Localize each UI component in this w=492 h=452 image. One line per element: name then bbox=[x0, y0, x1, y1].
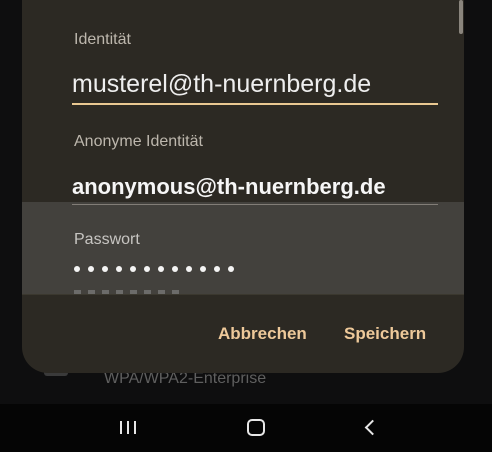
anonymous-identity-input[interactable]: anonymous@th-nuernberg.de bbox=[72, 174, 386, 200]
save-button[interactable]: Speichern bbox=[344, 324, 426, 344]
password-mask-dot bbox=[144, 266, 150, 272]
password-mask-dot bbox=[228, 266, 234, 272]
password-mask-dot bbox=[158, 266, 164, 272]
identity-input[interactable]: musterel@th-nuernberg.de bbox=[72, 70, 371, 99]
identity-label: Identität bbox=[74, 31, 131, 48]
password-mask-dot bbox=[214, 266, 220, 272]
password-mask-dot bbox=[130, 266, 136, 272]
anonymous-identity-label: Anonyme Identität bbox=[74, 133, 203, 150]
password-mask-dot bbox=[172, 266, 178, 272]
cancel-button[interactable]: Abbrechen bbox=[218, 324, 307, 344]
password-mask-dot bbox=[116, 266, 122, 272]
recents-icon bbox=[120, 420, 136, 434]
back-icon bbox=[364, 419, 381, 435]
dialog-divider bbox=[22, 294, 464, 295]
dialog-scrollbar[interactable] bbox=[459, 0, 463, 34]
password-mask-dot bbox=[102, 266, 108, 272]
recents-button[interactable] bbox=[108, 412, 148, 442]
identity-underline bbox=[72, 103, 438, 105]
home-button[interactable] bbox=[236, 412, 276, 442]
back-button[interactable] bbox=[350, 412, 390, 442]
password-mask-dot bbox=[88, 266, 94, 272]
password-mask-dot bbox=[186, 266, 192, 272]
home-icon bbox=[247, 418, 265, 436]
password-label: Passwort bbox=[74, 231, 140, 248]
password-input[interactable] bbox=[74, 266, 234, 272]
system-navigation-bar bbox=[0, 404, 492, 452]
dialog-scroll-content[interactable]: Identität musterel@th-nuernberg.de Anony… bbox=[22, 0, 464, 294]
password-mask-dot bbox=[74, 266, 80, 272]
password-mask-dot bbox=[200, 266, 206, 272]
wifi-credentials-dialog: Identität musterel@th-nuernberg.de Anony… bbox=[22, 0, 464, 373]
